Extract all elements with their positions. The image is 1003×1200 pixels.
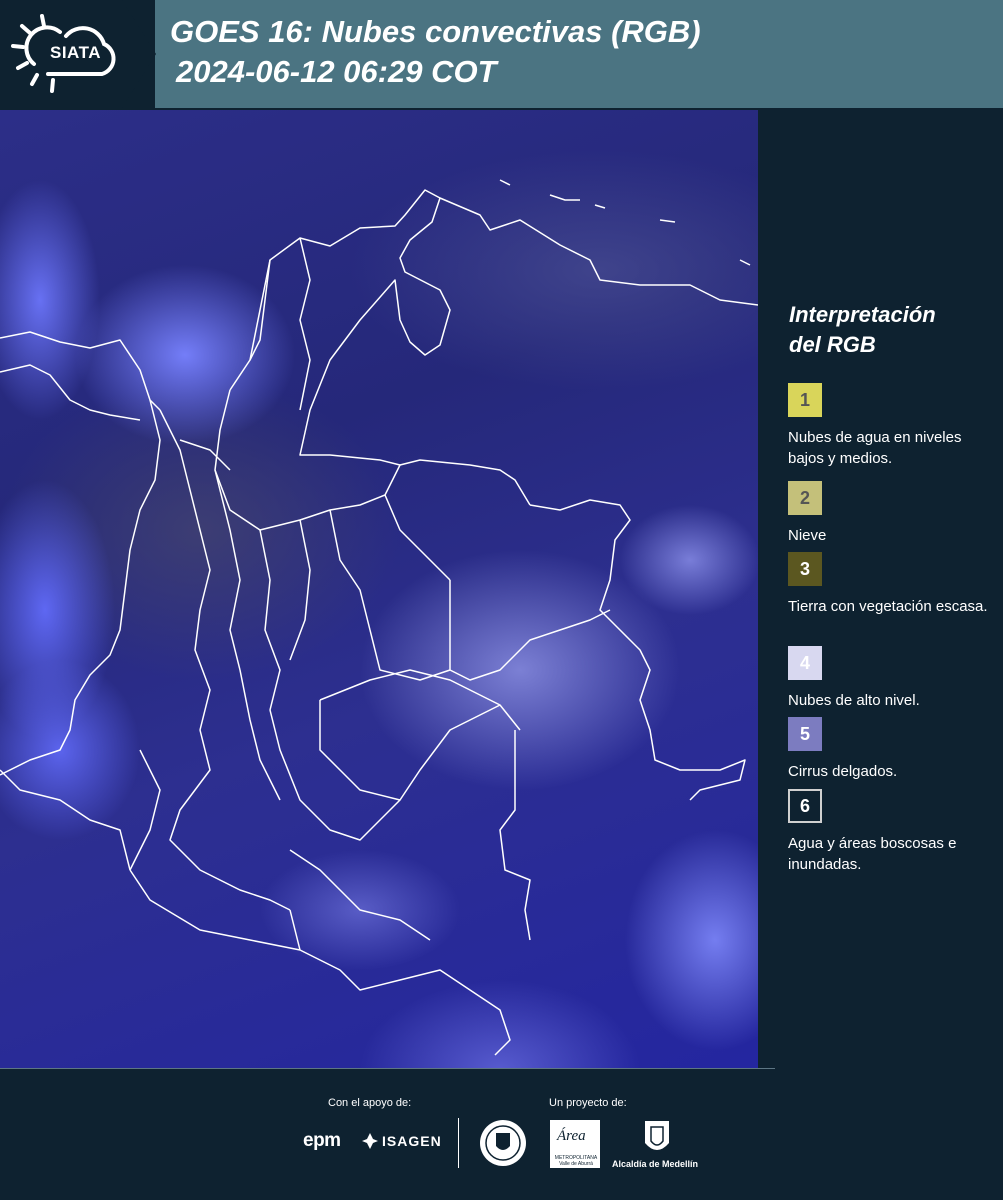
legend-swatch: 1 — [788, 383, 822, 417]
isagen-logo-icon — [362, 1133, 378, 1149]
legend-item-3: 3 Tierra con vegetación escasa. — [788, 552, 988, 617]
logo-arrow-shape — [122, 0, 156, 108]
country-borders — [0, 179, 758, 1056]
footer-vertical-divider — [458, 1118, 459, 1168]
medellin-seal-icon — [480, 1120, 526, 1166]
legend-label: Cirrus delgados. — [788, 763, 898, 780]
legend-swatch: 2 — [788, 481, 822, 515]
legend-title-line1: Interpretación — [789, 302, 936, 327]
isagen-logo: ISAGEN — [382, 1133, 442, 1149]
project-label: Un proyecto de: — [549, 1097, 627, 1109]
siata-logo-text: SIATA — [50, 43, 101, 62]
legend-swatch: 4 — [788, 646, 822, 680]
support-label: Con el apoyo de: — [328, 1097, 412, 1109]
header-bar: SIATA GOES 16: Nubes convectivas (RGB) 2… — [0, 0, 1003, 108]
legend-item-5: 5 Cirrus delgados. — [788, 717, 988, 782]
footer-divider-line — [0, 1068, 775, 1069]
legend-swatch: 6 — [788, 789, 822, 823]
alcaldia-shield-icon — [645, 1121, 669, 1150]
legend-item-4: 4 Nubes de alto nivel. — [788, 646, 988, 711]
legend-item-2: 2 Nieve — [788, 481, 988, 546]
alcaldia-logo-text: Alcaldía de Medellín — [612, 1159, 699, 1169]
legend-label: Nubes de alto nivel. — [788, 692, 920, 709]
legend-swatch: 3 — [788, 552, 822, 586]
legend-title-line2: del RGB — [789, 332, 876, 357]
legend-label: Nubes de agua en niveles bajos y medios. — [788, 429, 962, 467]
legend-swatch: 5 — [788, 717, 822, 751]
legend-label: Tierra con vegetación escasa. — [788, 598, 988, 615]
page-title: GOES 16: Nubes convectivas (RGB) — [170, 14, 701, 49]
page-subtitle-datetime: 2024-06-12 06:29 COT — [176, 54, 497, 89]
legend-item-6: 6 Agua y áreas boscosas e inundadas. — [788, 789, 988, 875]
legend-title: Interpretación del RGB — [789, 300, 989, 360]
area-logo-subtitle: METROPOLITANA Valle de Aburrá — [554, 1155, 598, 1167]
area-logo-title: Área — [557, 1128, 586, 1144]
legend-label: Nieve — [788, 527, 827, 544]
legend-item-1: 1 Nubes de agua en niveles bajos y medio… — [788, 383, 988, 469]
epm-logo: epm — [303, 1130, 341, 1151]
legend-label: Agua y áreas boscosas e inundadas. — [788, 835, 957, 873]
satellite-map — [0, 110, 758, 1068]
